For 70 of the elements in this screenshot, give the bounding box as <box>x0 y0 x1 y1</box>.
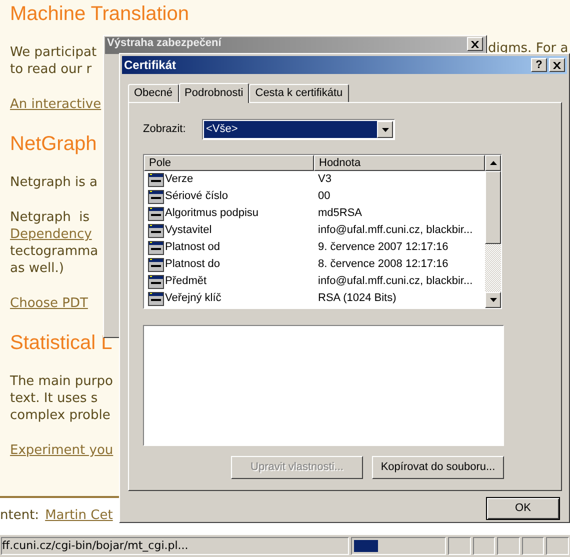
section-heading: Machine Translation <box>10 2 189 27</box>
field-value[interactable]: 8. července 2008 12:17:16 <box>314 256 448 273</box>
paragraph-text: We participat <box>10 44 97 61</box>
status-pane <box>448 537 471 555</box>
paragraph-text: Netgraph is <box>10 209 90 226</box>
field-icon <box>148 172 164 186</box>
status-pane <box>472 537 496 555</box>
field-value[interactable]: RSA (1024 Bits) <box>314 290 396 307</box>
field-icon <box>148 190 164 204</box>
field-icon <box>148 274 164 288</box>
field-icon <box>148 206 164 220</box>
help-button[interactable]: ? <box>531 58 547 72</box>
status-pane <box>522 537 544 555</box>
show-label: Zobrazit: <box>143 122 187 138</box>
status-url: ff.cuni.cz/cgi-bin/bojar/mt_cgi.pl... <box>2 538 188 554</box>
field-icon <box>148 224 164 238</box>
close-icon <box>471 40 479 48</box>
dropdown-button[interactable] <box>377 121 393 138</box>
field-icon <box>148 258 164 272</box>
section-heading: NetGraph <box>10 132 97 157</box>
paragraph-text: Netgraph is a <box>10 174 98 191</box>
paragraph-text: to read our r <box>10 61 92 78</box>
field-value[interactable]: info@ufal.mff.cuni.cz, blackbir... <box>314 222 473 239</box>
paragraph-text: text. It uses s <box>10 390 98 407</box>
scrollbar-thumb[interactable] <box>485 171 501 244</box>
column-header[interactable]: Pole <box>144 155 314 171</box>
ok-button[interactable]: OK <box>486 497 560 520</box>
author-link[interactable]: Martin Cet <box>45 506 113 526</box>
down-arrow-icon <box>490 298 496 302</box>
field-icon <box>148 240 164 254</box>
field-name[interactable]: Platnost do <box>165 256 220 273</box>
field-value[interactable]: info@ufal.mff.cuni.cz, blackbir... <box>314 273 473 290</box>
up-arrow-icon <box>490 161 496 165</box>
page-link[interactable]: An interactive <box>10 96 102 113</box>
page-link[interactable]: Dependency <box>10 226 92 243</box>
field-name[interactable]: Veřejný klíč <box>165 290 222 307</box>
paragraph-text: complex proble <box>10 407 110 424</box>
paragraph-text: as well.) <box>10 260 64 277</box>
field-name[interactable]: Platnost od <box>165 239 220 256</box>
status-pane <box>546 537 569 555</box>
scrollbar[interactable] <box>485 155 501 308</box>
field-name[interactable]: Předmět <box>165 273 207 290</box>
action-button[interactable]: Kopírovat do souboru... <box>372 456 504 479</box>
tab[interactable]: Cesta k certifikátu <box>249 84 349 102</box>
window-title: Certifikát <box>124 57 176 74</box>
field-value[interactable]: 9. července 2007 12:17:16 <box>314 239 448 256</box>
close-button[interactable] <box>467 37 483 51</box>
field-value[interactable]: V3 <box>314 171 332 188</box>
close-icon <box>553 62 561 68</box>
footer-text: ntent: <box>0 507 40 526</box>
show-dropdown[interactable]: <Vše> <box>202 119 395 140</box>
field-icon <box>148 292 164 306</box>
window-title: Výstraha zabezpečení <box>107 37 222 50</box>
close-button[interactable] <box>549 58 565 72</box>
field-name[interactable]: Verze <box>165 171 194 188</box>
field-name[interactable]: Algoritmus podpisu <box>165 205 259 222</box>
paragraph-text: tectogramma <box>10 243 98 260</box>
field-value[interactable]: 00 <box>314 188 330 205</box>
field-value[interactable]: md5RSA <box>314 205 362 222</box>
down-arrow-icon <box>382 128 388 132</box>
field-name[interactable]: Sériové číslo <box>165 188 228 205</box>
tab[interactable]: Podrobnosti <box>178 83 250 103</box>
paragraph-text: digms. For a <box>488 41 568 56</box>
page-link[interactable]: Experiment you <box>10 442 114 459</box>
status-pane <box>497 537 520 555</box>
column-header[interactable]: Hodnota <box>314 155 485 171</box>
field-name[interactable]: Vystavitel <box>165 222 212 239</box>
tab[interactable]: Obecné <box>128 84 179 102</box>
paragraph-text: The main purpo <box>10 373 113 390</box>
page-link[interactable]: Choose PDT <box>10 295 88 312</box>
